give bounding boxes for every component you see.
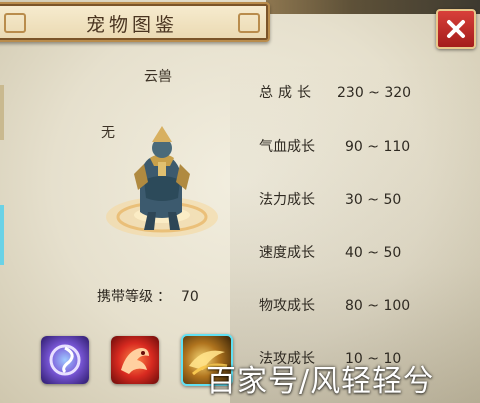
banner-ornament-right (238, 13, 260, 33)
stat-value: 80 ~ 100 (345, 298, 411, 314)
side-tab-edge[interactable] (0, 85, 4, 140)
stat-value: 90 ~ 110 (345, 139, 411, 155)
close-button[interactable] (436, 9, 476, 49)
side-tab-edge-selected[interactable] (0, 205, 4, 265)
carry-level: 携带等级： 70 (97, 286, 199, 306)
stat-value: 30 ~ 50 (345, 192, 402, 208)
stat-label: 速度成长 (259, 245, 315, 261)
close-icon (447, 20, 465, 38)
watermark: 百家号/风轻轻兮 (206, 364, 435, 399)
stat-total-growth: 总成长 230 ~ 320 (259, 82, 411, 102)
title-banner: 宠物图鉴 (0, 2, 270, 42)
stat-mp-growth: 法力成长 30 ~ 50 (259, 189, 401, 209)
stat-label: 气血成长 (259, 139, 315, 155)
carry-level-separator: ： (157, 289, 171, 305)
stat-value: 230 ~ 320 (337, 85, 412, 101)
stat-label: 物攻成长 (259, 298, 315, 314)
pet-name: 云兽 (144, 69, 172, 85)
carry-level-label: 携带等级 (97, 289, 153, 305)
skill-slot-2[interactable] (111, 336, 159, 384)
phoenix-skill-icon (121, 348, 149, 374)
stat-label: 法力成长 (259, 192, 315, 208)
swirl-skill-icon (49, 344, 81, 376)
window-title: 宠物图鉴 (85, 14, 178, 36)
stat-physical-attack-growth: 物攻成长 80 ~ 100 (259, 295, 410, 315)
skill-slot-1[interactable] (41, 336, 89, 384)
carry-level-value: 70 (181, 289, 199, 305)
stat-label: 总成长 (259, 85, 316, 101)
pet-model (104, 120, 234, 245)
stat-value: 40 ~ 50 (345, 245, 402, 261)
stat-speed-growth: 速度成长 40 ~ 50 (259, 242, 401, 262)
stat-hp-growth: 气血成长 90 ~ 110 (259, 136, 410, 156)
